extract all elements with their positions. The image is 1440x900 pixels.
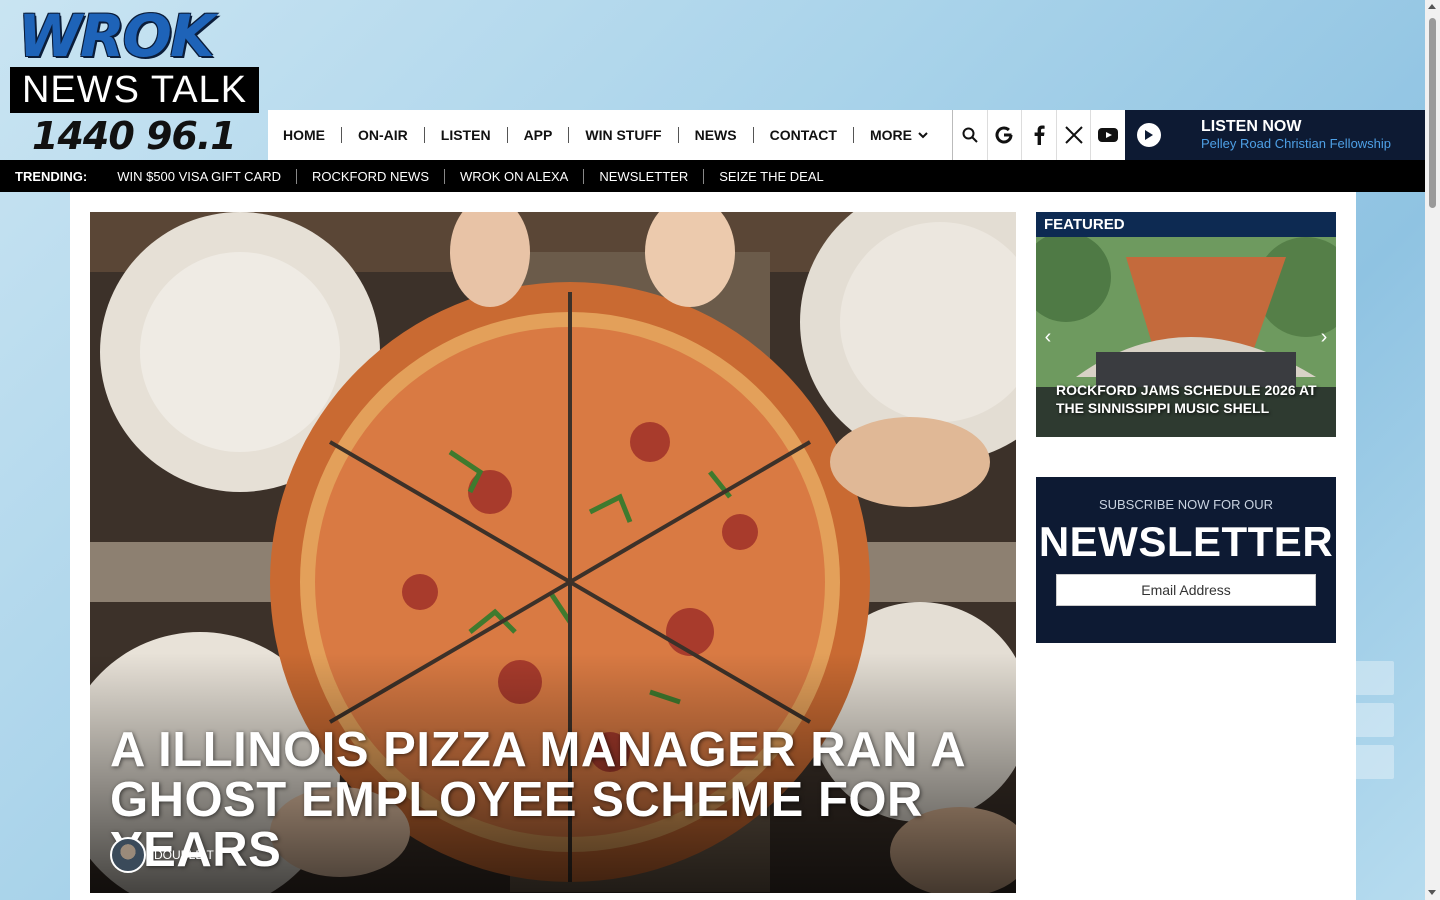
overlay-option [1154, 745, 1394, 779]
hero-headline[interactable]: A ILLINOIS PIZZA MANAGER RAN A GHOST EMP… [110, 725, 1010, 875]
featured-heading: FEATURED [1036, 212, 1336, 237]
hero-article[interactable]: A ILLINOIS PIZZA MANAGER RAN A GHOST EMP… [90, 212, 1016, 893]
scroll-up-icon[interactable] [1428, 4, 1436, 9]
overlay-option [1154, 661, 1394, 695]
nav-listen[interactable]: LISTEN [425, 127, 508, 143]
featured-widget: FEATURED ‹ › ROCKFORD JAMS SCHEDULE 2026… [1036, 212, 1336, 437]
featured-slide[interactable]: ‹ › ROCKFORD JAMS SCHEDULE 2026 AT THE S… [1036, 237, 1336, 437]
newsletter-title: NEWSLETTER [1038, 518, 1334, 565]
nav-app[interactable]: APP [508, 127, 570, 143]
nav-win-stuff[interactable]: WIN STUFF [569, 127, 679, 143]
trending-item[interactable]: NEWSLETTER [584, 168, 705, 184]
google-icon [995, 126, 1013, 144]
listen-now-title: LISTEN NOW [1201, 118, 1302, 135]
now-playing-text: Pelley Road Christian Fellowship [1201, 136, 1392, 151]
nav-more-label: MORE [869, 127, 912, 143]
chevron-down-icon [918, 132, 928, 139]
trending-item[interactable]: WIN $500 VISA GIFT CARD [102, 168, 297, 184]
site-logo[interactable]: WROK NEWS TALK 1440 96.1 [0, 0, 268, 160]
youtube-button[interactable] [1090, 110, 1125, 160]
overlay-option [1154, 703, 1394, 737]
trending-item[interactable]: WROK ON ALEXA [445, 168, 585, 184]
search-icon [962, 127, 978, 143]
trending-item[interactable]: SEIZE THE DEAL [704, 169, 839, 184]
nav-more[interactable]: MORE [854, 127, 944, 143]
facebook-button[interactable] [1021, 110, 1056, 160]
play-icon [1137, 123, 1161, 147]
scroll-down-icon[interactable] [1428, 890, 1436, 895]
trending-bar: TRENDING: WIN $500 VISA GIFT CARD ROCKFO… [0, 160, 1425, 192]
logo-frequency: 1440 96.1 [32, 114, 237, 158]
author-name: DOUBLE T [154, 848, 214, 862]
logo-news-talk: NEWS TALK [10, 67, 259, 113]
author-byline[interactable]: DOUBLE T [110, 837, 214, 873]
nav-news[interactable]: NEWS [679, 127, 754, 143]
x-icon [1064, 126, 1083, 144]
featured-caption[interactable]: ROCKFORD JAMS SCHEDULE 2026 AT THE SINNI… [1056, 381, 1326, 417]
facebook-icon [1034, 125, 1045, 145]
x-button[interactable] [1055, 110, 1091, 160]
scrollbar-thumb[interactable] [1429, 18, 1436, 208]
search-button[interactable] [951, 110, 987, 160]
trending-item[interactable]: ROCKFORD NEWS [297, 168, 445, 184]
logo-brand: WROK [18, 2, 215, 70]
newsletter-signup: SUBSCRIBE NOW FOR OUR NEWSLETTER [1036, 477, 1336, 643]
listen-now-button[interactable]: LISTEN NOW Pelley Road Christian Fellows… [1125, 110, 1425, 160]
youtube-icon [1098, 128, 1119, 142]
chevron-right-icon[interactable]: › [1314, 325, 1334, 349]
chevron-left-icon[interactable]: ‹ [1038, 325, 1058, 349]
nav-on-air[interactable]: ON-AIR [342, 127, 425, 143]
newsletter-subtitle: SUBSCRIBE NOW FOR OUR [1098, 497, 1274, 512]
page-scrollbar[interactable] [1425, 0, 1440, 900]
nav-home[interactable]: HOME [268, 127, 342, 143]
email-field[interactable] [1056, 574, 1316, 606]
main-navigation: HOME ON-AIR LISTEN APP WIN STUFF NEWS CO… [268, 110, 1125, 160]
avatar [110, 837, 146, 873]
main-content: A ILLINOIS PIZZA MANAGER RAN A GHOST EMP… [70, 192, 1356, 900]
nav-contact[interactable]: CONTACT [754, 127, 854, 143]
google-button[interactable] [986, 110, 1022, 160]
trending-label: TRENDING: [15, 168, 88, 184]
